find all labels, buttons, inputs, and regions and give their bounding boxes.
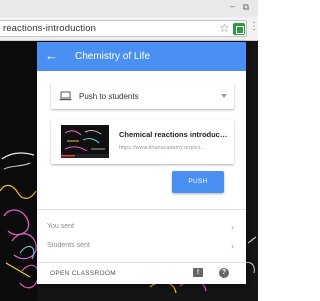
minimize-icon[interactable]: –: [228, 2, 237, 11]
browser-toolbar: reactions-introduction ☆ ⋮: [0, 17, 259, 41]
chevron-right-icon: ›: [231, 222, 234, 232]
browser-menu-icon[interactable]: ⋮: [249, 21, 259, 33]
class-title: Chemistry of Life: [75, 51, 151, 62]
you-sent-label: You sent: [47, 223, 74, 230]
content-preview-card: Chemical reactions introducti... https:/…: [51, 120, 234, 164]
address-bar[interactable]: reactions-introduction ☆: [0, 20, 247, 37]
bookmark-star-icon[interactable]: ☆: [219, 22, 230, 35]
address-url: reactions-introduction: [3, 23, 97, 34]
push-button[interactable]: PUSH: [172, 171, 224, 193]
content-title: Chemical reactions introducti...: [119, 130, 229, 139]
dropdown-caret-icon[interactable]: [221, 94, 227, 98]
content-url: https://www.khanacademy.org/sci...: [119, 145, 205, 151]
browser-titlebar: – ⧉: [0, 0, 258, 17]
classroom-share-popup: ← Chemistry of Life Push to students Che…: [37, 42, 246, 284]
open-classroom-link[interactable]: OPEN CLASSROOM: [50, 270, 116, 277]
push-target-select[interactable]: Push to students: [51, 83, 234, 109]
feedback-icon[interactable]: [193, 268, 203, 277]
students-sent-label: Students sent: [47, 242, 90, 249]
restore-icon[interactable]: ⧉: [241, 2, 251, 12]
back-arrow-icon[interactable]: ←: [45, 49, 59, 63]
you-sent-row[interactable]: You sent ›: [37, 219, 246, 237]
classroom-extension-icon[interactable]: [233, 23, 245, 35]
help-icon[interactable]: ?: [219, 268, 229, 278]
divider: [37, 209, 246, 210]
laptop-icon: [59, 91, 72, 101]
video-thumbnail: [61, 125, 109, 158]
popup-footer: OPEN CLASSROOM ?: [37, 263, 246, 284]
students-sent-row[interactable]: Students sent ›: [37, 238, 246, 256]
push-target-value: Push to students: [79, 92, 139, 101]
chevron-right-icon: ›: [231, 241, 234, 251]
popup-header: ← Chemistry of Life: [37, 42, 246, 71]
